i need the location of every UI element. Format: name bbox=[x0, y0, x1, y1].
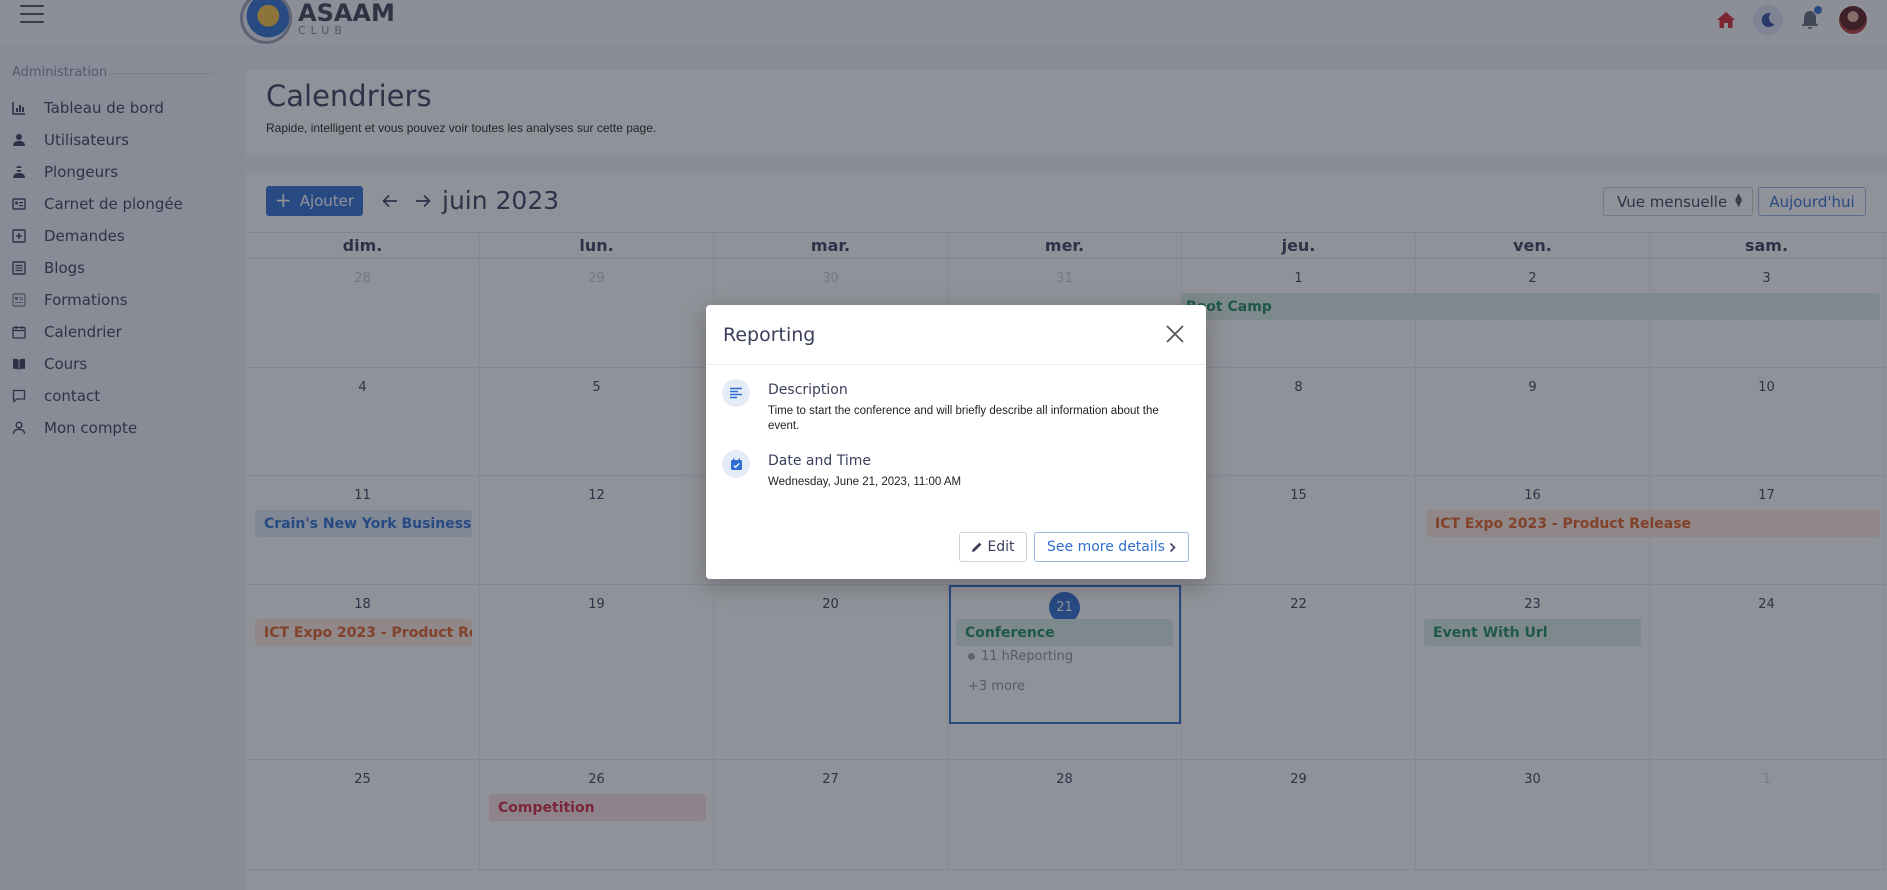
edit-label: Edit bbox=[987, 539, 1015, 555]
pencil-icon bbox=[972, 542, 982, 552]
datetime-text: Wednesday, June 21, 2023, 11:00 AM bbox=[768, 476, 962, 488]
chevron-right-icon bbox=[1169, 542, 1176, 552]
description-text: Time to start the conference and will br… bbox=[768, 405, 1159, 432]
calendar-check-icon bbox=[722, 450, 750, 478]
event-details-modal: Reporting Description Time to start the … bbox=[706, 305, 1206, 579]
modal-header: Reporting bbox=[706, 305, 1206, 365]
description-title: Description bbox=[768, 382, 848, 398]
modal-body: Description Time to start the conference… bbox=[706, 365, 1206, 519]
edit-button[interactable]: Edit bbox=[959, 532, 1027, 562]
close-icon[interactable] bbox=[1164, 323, 1186, 345]
modal-title: Reporting bbox=[723, 324, 816, 346]
align-left-icon bbox=[722, 379, 750, 407]
details-label: See more details bbox=[1047, 539, 1165, 555]
see-more-details-button[interactable]: See more details bbox=[1034, 532, 1189, 562]
datetime-title: Date and Time bbox=[768, 453, 871, 469]
